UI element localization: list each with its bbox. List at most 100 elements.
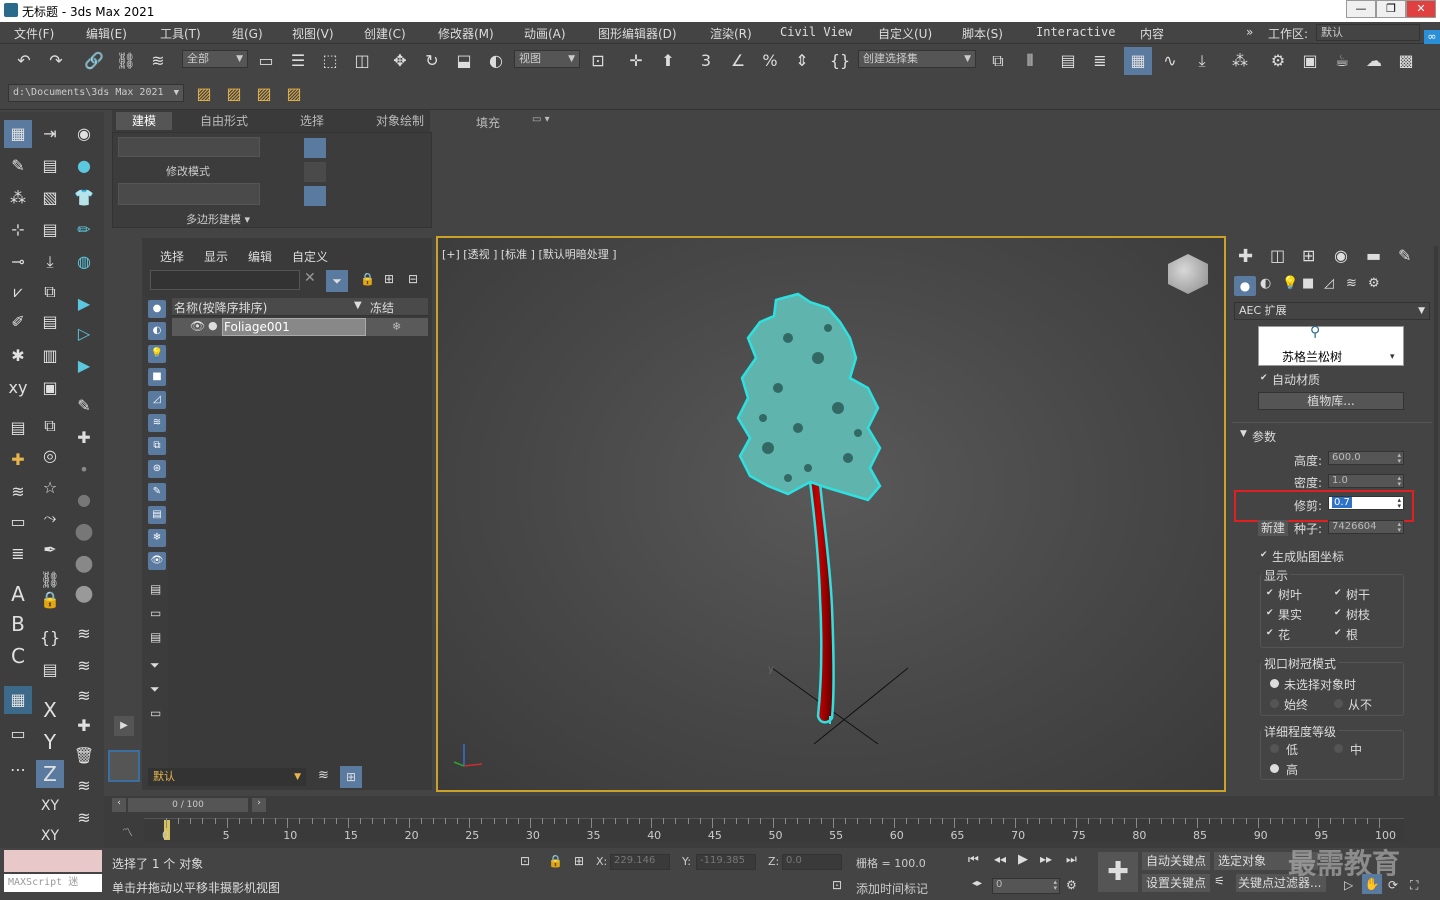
group-icon[interactable]: ⧉ [36, 412, 64, 440]
perspective-viewport[interactable]: [+] [透视 ] [标准 ] [默认明暗处理 ] y [436, 236, 1226, 792]
reference-coord-dropdown[interactable]: 视图 ▼ [514, 50, 580, 68]
redo-icon[interactable]: ↷ [42, 47, 70, 75]
snap-point-icon[interactable]: ⁂ [4, 184, 32, 212]
edit-named-sel-icon[interactable]: {} [826, 47, 854, 75]
filter-icon[interactable]: ⏷ [326, 270, 348, 292]
tab-modeling[interactable]: 建模 [116, 112, 172, 130]
menu-edit[interactable]: 编辑(E) [86, 25, 127, 42]
isolate-icon[interactable]: ⊡ [520, 854, 530, 868]
geometry-category-icon[interactable]: ● [1234, 276, 1256, 296]
lights-category-icon[interactable]: 💡 [1282, 276, 1298, 291]
zoom-icon[interactable]: ▷ [1344, 878, 1353, 892]
measure-icon[interactable]: ⊹ [4, 216, 32, 244]
display-geometry-icon[interactable]: ● [148, 300, 166, 318]
render-production-icon[interactable]: ☕ [1328, 47, 1356, 75]
schematic-view-icon[interactable]: ⤓ [1188, 47, 1216, 75]
place-icon[interactable]: ◐ [482, 47, 510, 75]
roots-checkbox[interactable]: ✔ [1334, 629, 1343, 638]
lod-low-radio[interactable] [1270, 744, 1279, 753]
play-icon[interactable]: ▶ [1018, 852, 1028, 867]
add-time-tag[interactable]: 添加时间标记 [856, 880, 928, 897]
prune-spinner[interactable]: 0.7 ▴ ▾ [1328, 496, 1404, 510]
container-icon[interactable]: ▤ [36, 152, 64, 180]
layers-b-icon[interactable]: ≋ [70, 652, 98, 680]
utilities-tab-icon[interactable]: ✎ [1398, 246, 1411, 265]
snaps-toggle-icon[interactable]: 3 [692, 47, 720, 75]
unlink-icon[interactable]: ⛓ [112, 47, 140, 75]
plus-layer-icon[interactable]: ✚ [70, 712, 98, 740]
auto-key-button[interactable]: 自动关键点 [1142, 852, 1210, 870]
ribbon-options-icon[interactable]: ▭ ▾ [532, 114, 550, 125]
text-a-icon[interactable]: A [4, 580, 32, 608]
orbit-icon[interactable]: ⟳ [1388, 878, 1398, 892]
layers-e-icon[interactable]: ≋ [70, 804, 98, 832]
menu-customize[interactable]: 自定义(U) [878, 25, 932, 42]
rotate-view-icon[interactable]: ◎ [36, 442, 64, 470]
new-seed-button[interactable]: 新建 [1258, 520, 1288, 536]
a360-gallery-icon[interactable]: ▩ [1392, 47, 1420, 75]
menu-group[interactable]: 组(G) [232, 25, 263, 42]
lod-high-radio[interactable] [1270, 764, 1279, 773]
snowflake-icon[interactable]: ✱ [4, 342, 32, 370]
lock-icon[interactable]: 🔒 [36, 586, 64, 614]
menu-animation[interactable]: 动画(A) [524, 25, 566, 42]
ruler-icon[interactable]: ▭ [4, 720, 32, 748]
display-containers-icon[interactable]: ▤ [148, 506, 166, 524]
filter-a-icon[interactable]: ⏷ [150, 658, 160, 673]
curve-editor-icon[interactable]: ∿ [1156, 47, 1184, 75]
film-icon[interactable]: ▤ [36, 656, 64, 684]
angle-snap-icon[interactable]: ∠ [724, 47, 752, 75]
sphere-tool-icon[interactable]: ◍ [70, 248, 98, 276]
play-anim-icon[interactable]: ▷ [70, 320, 98, 348]
select-manipulate-icon[interactable]: ✛ [622, 47, 650, 75]
canopy-unselected-radio[interactable] [1270, 679, 1279, 688]
menu-modifiers[interactable]: 修改器(M) [438, 25, 494, 42]
current-frame-field[interactable]: 0 ▴ ▾ [992, 878, 1060, 894]
modify-tab-icon[interactable]: ◫ [1270, 246, 1285, 265]
branches-checkbox[interactable]: ✔ [1334, 609, 1343, 618]
bind-spacewarp-icon[interactable]: ≋ [144, 47, 172, 75]
poly-buttons[interactable] [118, 183, 260, 205]
panel-scrollbar[interactable] [1434, 246, 1438, 806]
grid-a-icon[interactable]: ▦ [4, 686, 32, 714]
text-c-icon[interactable]: C [4, 642, 32, 670]
abs-mode-icon[interactable]: ⊞ [574, 854, 584, 868]
select-object-icon[interactable]: ▭ [252, 47, 280, 75]
rect-selection-icon[interactable]: ⬚ [316, 47, 344, 75]
stack-icon[interactable]: ≋ [4, 478, 32, 506]
export-icon[interactable]: ▤ [36, 308, 64, 336]
asset-icon[interactable]: ▥ [36, 342, 64, 370]
explorer-menu-select[interactable]: 选择 [160, 248, 184, 265]
maximize-viewport-icon[interactable]: ⛶ [1410, 878, 1418, 893]
layers-a-icon[interactable]: ≋ [70, 620, 98, 648]
rotate-icon[interactable]: ↻ [418, 47, 446, 75]
axis-xy-icon[interactable]: XY [36, 792, 64, 820]
set-key-plus-icon[interactable]: ✚ [1098, 852, 1138, 892]
menu-interactive[interactable]: Interactive [1036, 25, 1115, 39]
lasso-icon[interactable]: ✎ [4, 152, 32, 180]
display-bones-icon[interactable]: ✎ [148, 483, 166, 501]
height-spinner[interactable]: 600.0 ▴ ▾ [1328, 451, 1404, 465]
menu-rendering[interactable]: 渲染(R) [710, 25, 752, 42]
display-cameras-icon[interactable]: ■ [148, 368, 166, 386]
merge-icon[interactable]: ⤓ [36, 248, 64, 276]
vertex-snap-icon[interactable]: ⊸ [4, 248, 32, 276]
time-slider[interactable]: 0 / 100 [128, 798, 248, 812]
layers-d-icon[interactable]: ≋ [70, 772, 98, 800]
display-hidden-icon[interactable]: 👁 [148, 552, 166, 570]
window-crossing-icon[interactable]: ◫ [348, 47, 376, 75]
star-icon[interactable]: ☆ [36, 474, 64, 502]
select-tool-icon[interactable]: ▦ [4, 120, 32, 148]
poly-modeling-label[interactable]: 多边形建模 ▾ [186, 211, 250, 227]
time-next-icon[interactable]: › [252, 798, 266, 812]
menu-scripting[interactable]: 脚本(S) [962, 25, 1003, 42]
xy-plane-icon[interactable]: xy [4, 374, 32, 402]
next-frame-icon[interactable]: ▸▸ [1040, 852, 1052, 866]
display-frozen-icon[interactable]: ❄ [148, 529, 166, 547]
goto-start-icon[interactable]: ⏮ [968, 852, 979, 867]
percent-snap-icon[interactable]: % [756, 47, 784, 75]
toggle-ribbon-icon[interactable]: ▦ [1124, 47, 1152, 75]
create-tab-icon[interactable]: ✚ [1238, 246, 1253, 267]
gen-map-checkbox[interactable]: ✔ [1260, 551, 1269, 560]
layer-explorer-small-icon[interactable]: ≋ [318, 768, 329, 783]
